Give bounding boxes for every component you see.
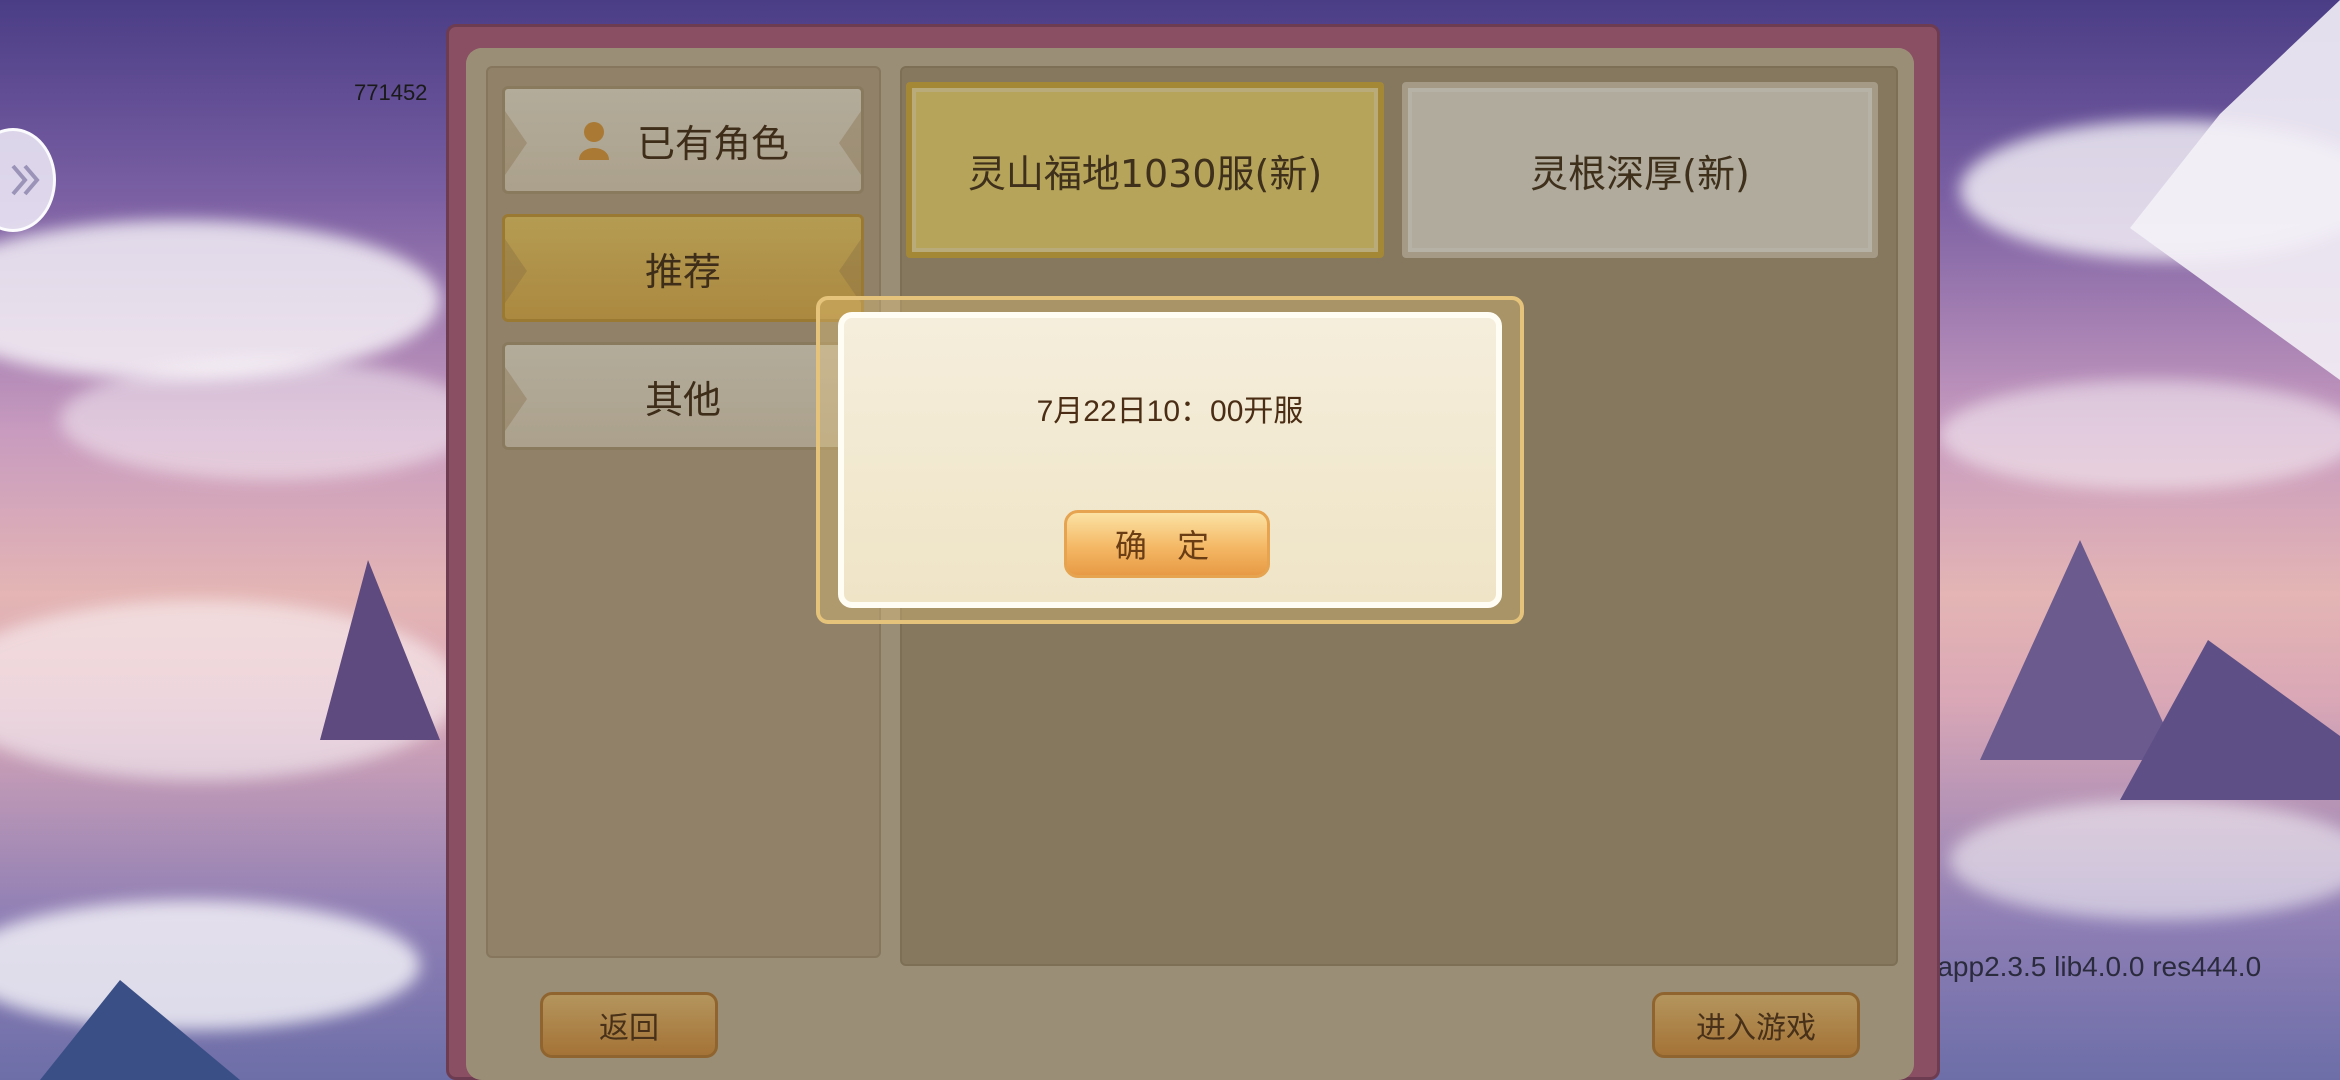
confirm-button-label: 确 定 — [1114, 527, 1220, 565]
version-label: 2 app2.3.5 lib4.0.0 res444.0 — [1914, 951, 2262, 982]
dialog-message: 7月22日10：00开服 — [1036, 395, 1304, 428]
confirm-button[interactable]: 确 定 — [1064, 510, 1270, 578]
build-id-label: 771452 — [354, 80, 428, 105]
double-chevron-right-icon — [11, 164, 40, 196]
